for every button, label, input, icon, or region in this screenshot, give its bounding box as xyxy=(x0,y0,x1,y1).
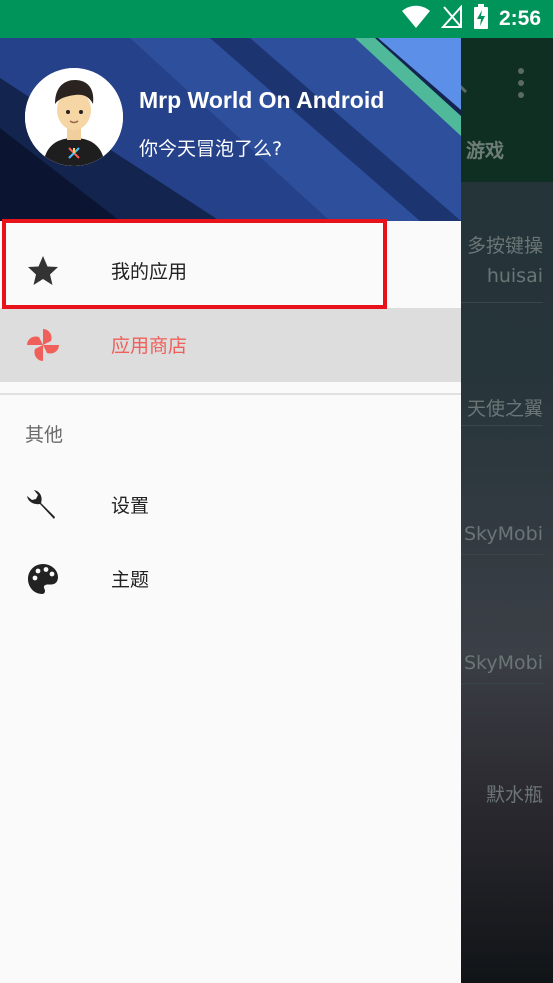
list-item[interactable]: 天使之翼 xyxy=(467,394,543,421)
wrench-icon xyxy=(25,487,61,523)
section-title-other: 其他 xyxy=(25,424,64,446)
list-item[interactable]: 多按键操 xyxy=(467,231,543,258)
nav-item-label: 应用商店 xyxy=(111,335,188,357)
nav-item-settings[interactable]: 设置 xyxy=(0,468,461,542)
tab-games[interactable]: 游戏 xyxy=(466,136,504,163)
avatar[interactable] xyxy=(25,68,123,166)
list-item-subtitle: huisai xyxy=(486,265,543,287)
header-subtitle: 你今天冒泡了么? xyxy=(139,138,283,160)
status-bar: 2:56 xyxy=(0,0,553,38)
battery-icon xyxy=(473,4,489,34)
signal-icon xyxy=(440,4,463,33)
status-time: 2:56 xyxy=(498,7,541,30)
navigation-drawer: Mrp World On Android 你今天冒泡了么? 我的应用 应用商店 … xyxy=(0,38,461,983)
pinwheel-icon xyxy=(25,327,61,363)
palette-icon xyxy=(25,561,61,597)
drawer-header: Mrp World On Android 你今天冒泡了么? xyxy=(0,38,461,221)
wifi-icon xyxy=(401,5,431,33)
nav-item-theme[interactable]: 主题 xyxy=(0,542,461,616)
nav-item-app-store[interactable]: 应用商店 xyxy=(0,308,461,382)
highlight-box xyxy=(2,219,387,309)
list-item[interactable]: SkyMobi xyxy=(464,523,543,545)
list-item[interactable]: SkyMobi xyxy=(464,652,543,674)
header-title: Mrp World On Android xyxy=(139,87,385,113)
overflow-menu-icon[interactable] xyxy=(517,68,525,98)
divider xyxy=(0,393,461,395)
nav-item-label: 主题 xyxy=(111,569,150,591)
list-item[interactable]: 默水瓶 xyxy=(486,780,543,807)
nav-item-label: 设置 xyxy=(111,495,150,517)
